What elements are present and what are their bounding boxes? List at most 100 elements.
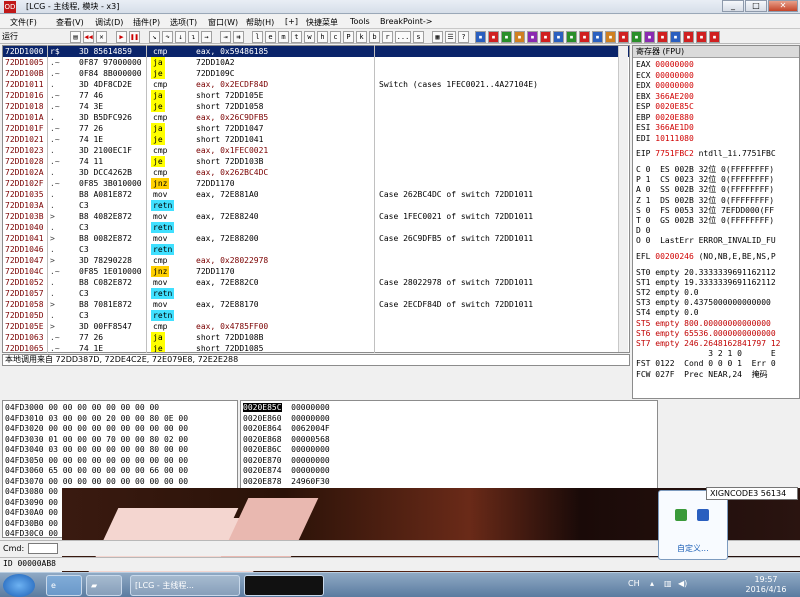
flag-line[interactable]: T 0 GS 002B 32位 0(FFFFFFFF) <box>636 216 774 226</box>
tray-arrow-icon[interactable]: ▴ <box>650 579 654 588</box>
ie-icon[interactable]: e <box>46 575 82 596</box>
flag-line[interactable]: S 0 FS 0053 32位 7EFDD000(FF <box>636 206 774 216</box>
plugin-icon-9[interactable]: ▪ <box>579 31 590 43</box>
toolbar-letter-h[interactable]: h <box>317 31 328 43</box>
fpu-line[interactable]: ST6 empty 65536.0000000000000 <box>636 329 776 339</box>
toolbar-letter-c[interactable]: c <box>330 31 341 43</box>
stack-row[interactable]: 0020E874 00000000 <box>243 466 330 476</box>
close-debug-icon[interactable]: ✕ <box>96 31 107 43</box>
fpu-line[interactable]: ST5 empty 800.00000000000000 <box>636 319 771 329</box>
disasm-row[interactable]: 72DD1021 .~ 74 1E je short 72DD1041 <box>3 134 629 145</box>
plugin-icon-10[interactable]: ▪ <box>592 31 603 43</box>
disasm-row[interactable]: 72DD102F .~ 0F85 3B010000 jnz 72DD1170 <box>3 178 629 189</box>
disasm-row[interactable]: 72DD102A. 3D DCC4262B cmp eax, 0x262BC4DC <box>3 167 629 178</box>
dump-row[interactable]: 04FD3010 03 00 00 00 20 00 00 80 0E 00 <box>5 414 188 424</box>
goto-icon[interactable]: ⇥ <box>220 31 231 43</box>
flag-line[interactable]: O 0 LastErr ERROR_INVALID_FU <box>636 236 776 246</box>
stack-row[interactable]: 0020E864 0062004F <box>243 424 330 434</box>
plugin-icon-8[interactable]: ▪ <box>566 31 577 43</box>
plugin-icon-1[interactable]: ▪ <box>475 31 486 43</box>
menu-options[interactable]: 选项(T) <box>170 17 197 28</box>
toolbar-letter-s[interactable]: s <box>413 31 424 43</box>
registers-pane[interactable]: 寄存器 (FPU) EAX 00000000 ECX 00000000 EDX 00… <box>632 45 800 399</box>
menu-view[interactable]: 查看(V) <box>56 17 84 28</box>
plugin-icon-18[interactable]: ▪ <box>696 31 707 43</box>
menu-debug[interactable]: 调试(D) <box>95 17 123 28</box>
toolbar-letter-l[interactable]: l <box>252 31 263 43</box>
dump-row[interactable]: 04FD3000 00 00 00 00 00 00 00 00 <box>5 403 159 413</box>
dump-row[interactable]: 04FD3040 03 00 00 00 00 00 00 80 00 00 <box>5 445 188 455</box>
plugin-icon-2[interactable]: ▪ <box>488 31 499 43</box>
cmd-input[interactable] <box>28 543 58 554</box>
disasm-row[interactable]: 72DD1058 > B8 7081E872 mov eax, 72E88170 Case… <box>3 299 629 310</box>
flag-line[interactable]: A 0 SS 002B 32位 0(FFFFFFFF) <box>636 185 774 195</box>
toolbar-letter-p[interactable]: P <box>343 31 354 43</box>
maximize-button[interactable]: □ <box>745 0 767 12</box>
stack-row[interactable]: 0020E85C 00000000 <box>243 403 330 413</box>
toolbar-letter-w[interactable]: w <box>304 31 315 43</box>
disasm-row[interactable]: 72DD1040. C3 retn <box>3 222 629 233</box>
disasm-row[interactable]: 72DD100B .~ 0F84 8B000000 je 72DD109C <box>3 68 629 79</box>
toolbar-letter-e[interactable]: e <box>265 31 276 43</box>
explorer-icon[interactable]: ▰ <box>86 575 122 596</box>
disasm-row[interactable]: 72DD1035. B8 A081E872 mov eax, 72E881A0 Case… <box>3 189 629 200</box>
register-line[interactable]: EAX 00000000 <box>636 60 694 70</box>
clock[interactable]: 19:57 2016/4/16 <box>736 575 796 595</box>
disasm-row[interactable]: 72DD1018 .~ 74 3E je short 72DD1058 <box>3 101 629 112</box>
taskbar-debugger[interactable]: [LCG - 主线程... <box>130 575 240 596</box>
disasm-row[interactable]: 72DD1016 .~ 77 46 ja short 72DD105E <box>3 90 629 101</box>
register-line[interactable]: EIP 7751FBC2 ntdll_1i.7751FBC <box>636 149 776 159</box>
plugin-icon-15[interactable]: ▪ <box>657 31 668 43</box>
menu-file[interactable]: 文件(F) <box>10 17 37 28</box>
plugin-icon-13[interactable]: ▪ <box>631 31 642 43</box>
toolbar-letter-m[interactable]: m <box>278 31 289 43</box>
register-line[interactable]: EDX 00000000 <box>636 81 694 91</box>
start-button[interactable] <box>3 574 35 597</box>
flag-line[interactable]: C 0 ES 002B 32位 0(FFFFFFFF) <box>636 165 774 175</box>
step-over-icon[interactable]: ↷ <box>162 31 173 43</box>
dump-row[interactable]: 04FD3050 00 00 00 00 00 00 00 00 00 00 <box>5 456 188 466</box>
flag-line[interactable]: P 1 CS 0023 32位 0(FFFFFFFF) <box>636 175 774 185</box>
plugin-icon-12[interactable]: ▪ <box>618 31 629 43</box>
rewind-icon[interactable]: ◀◀ <box>83 31 94 43</box>
disasm-row[interactable]: 72DD1005 .~ 0F87 97000000 ja 72DD10A2 <box>3 57 629 68</box>
plugin-icon-5[interactable]: ▪ <box>527 31 538 43</box>
stack-row[interactable]: 0020E870 00000000 <box>243 456 330 466</box>
fpu-line[interactable]: ST0 empty 20.3333339691162112 <box>636 268 776 278</box>
disasm-row[interactable]: 72DD105E >3D 00FF8547 cmp eax, 0x4785FF00 <box>3 321 629 332</box>
register-line[interactable]: EBP 0020E880 <box>636 113 694 123</box>
stack-row[interactable]: 0020E860 00000000 <box>243 414 330 424</box>
fpu-line[interactable]: ST4 empty 0.0 <box>636 308 699 318</box>
trace-over-icon[interactable]: ↴ <box>188 31 199 43</box>
disasm-row[interactable]: 72DD103A. C3 retn <box>3 200 629 211</box>
toolbar-letter-r[interactable]: r <box>382 31 393 43</box>
register-line[interactable]: ECX 00000000 <box>636 71 694 81</box>
disasm-row[interactable]: 72DD1011. 3D 4DF8CD2E cmp eax, 0x2ECDF84D Sw… <box>3 79 629 90</box>
tray-app-icon[interactable] <box>697 509 709 521</box>
register-line[interactable]: ESI 366AE1D0 <box>636 123 694 133</box>
dump-row[interactable]: 04FD3020 00 00 00 00 00 00 00 00 00 00 <box>5 424 188 434</box>
disasm-row[interactable]: 72DD105D. C3 retn <box>3 310 629 321</box>
plugin-icon-6[interactable]: ▪ <box>540 31 551 43</box>
disassembly-scrollbar[interactable] <box>618 46 628 352</box>
menu-plugins[interactable]: 插件(P) <box>133 17 160 28</box>
register-line[interactable]: EBX 366AE200 <box>636 92 694 102</box>
open-icon[interactable]: ▤ <box>70 31 81 43</box>
plugin-icon-16[interactable]: ▪ <box>670 31 681 43</box>
toolbar-letter-t[interactable]: t <box>291 31 302 43</box>
disasm-row[interactable]: 72DD103B > B8 4082E872 mov eax, 72E88240 Case… <box>3 211 629 222</box>
execute-till-return-icon[interactable]: → <box>201 31 212 43</box>
disasm-row[interactable]: 72DD101A. 3D B5DFC926 cmp eax, 0x26C9DFB5 <box>3 112 629 123</box>
menu-plus[interactable]: [+] <box>285 17 298 26</box>
toolbar-letter-b[interactable]: b <box>369 31 380 43</box>
dump-row[interactable]: 04FD3070 00 00 00 00 00 00 00 00 00 00 <box>5 477 188 487</box>
taskbar-game[interactable] <box>244 575 324 596</box>
minimize-button[interactable]: _ <box>722 0 744 12</box>
disasm-row[interactable]: 72DD1023. 3D 2100EC1F cmp eax, 0x1FEC0021 <box>3 145 629 156</box>
disasm-row[interactable]: 72DD1065 .~ 74 1E je short 72DD1085 <box>3 343 629 352</box>
volume-icon[interactable]: ◀) <box>678 579 687 588</box>
disasm-row[interactable]: 72DD1057. C3 retn <box>3 288 629 299</box>
menu-window[interactable]: 窗口(W) <box>208 17 238 28</box>
grid-icon[interactable]: ▦ <box>432 31 443 43</box>
flag-line[interactable]: Z 1 DS 002B 32位 0(FFFFFFFF) <box>636 196 774 206</box>
